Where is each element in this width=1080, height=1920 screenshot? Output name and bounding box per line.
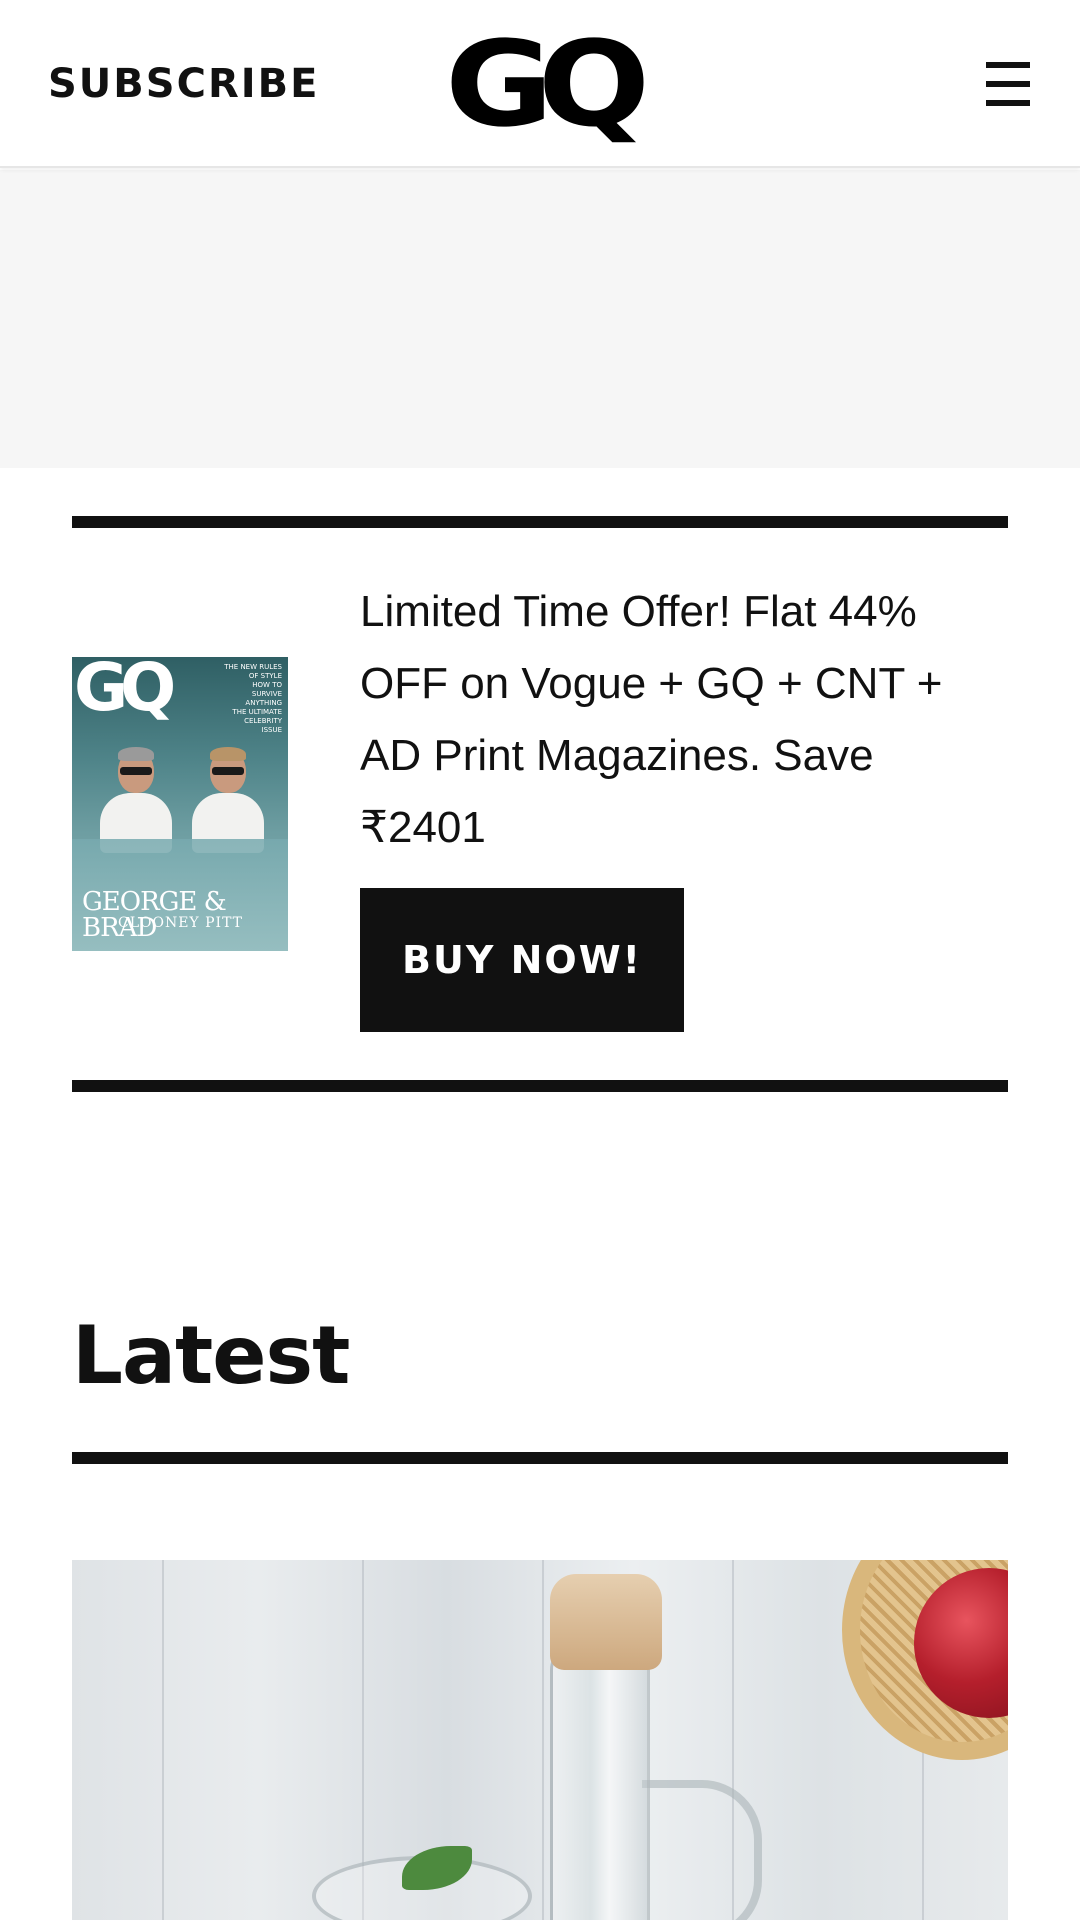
promo-top-divider bbox=[72, 516, 1008, 528]
magazine-cover-image[interactable]: GQ THE NEW RULES OF STYLE HOW TO SURVIVE… bbox=[72, 657, 288, 951]
glass-bottle-image bbox=[550, 1640, 650, 1920]
hamburger-menu-icon[interactable] bbox=[984, 62, 1032, 106]
promo-offer-text[interactable]: Limited Time Offer! Flat 44% OFF on Vogu… bbox=[360, 576, 1008, 864]
latest-heading: Latest bbox=[72, 1309, 350, 1402]
subscribe-link[interactable]: SUBSCRIBE bbox=[48, 60, 319, 108]
latest-article-image[interactable] bbox=[72, 1560, 1008, 1920]
bottle-handle-image bbox=[642, 1780, 762, 1920]
cover-tagline: THE NEW RULES OF STYLE HOW TO SURVIVE AN… bbox=[224, 663, 282, 734]
bottle-cork-image bbox=[550, 1574, 662, 1670]
cover-subnames: CLOONEY PITT bbox=[118, 915, 244, 931]
site-header: SUBSCRIBE GQ bbox=[0, 0, 1080, 168]
latest-divider bbox=[72, 1452, 1008, 1464]
cover-masthead: GQ bbox=[74, 657, 176, 726]
ad-placeholder bbox=[0, 170, 1080, 468]
logo-text: GQ bbox=[445, 15, 650, 153]
buy-now-button[interactable]: BUY NOW! bbox=[360, 888, 684, 1032]
gq-logo[interactable]: GQ bbox=[445, 15, 650, 153]
promo-bottom-divider bbox=[72, 1080, 1008, 1092]
